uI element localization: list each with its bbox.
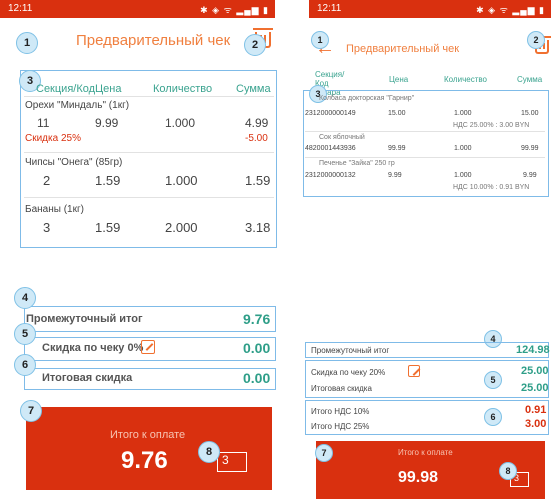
- annotation-badge-2: 2: [527, 31, 545, 49]
- vat10-value: 0.91: [525, 404, 547, 416]
- item-name: Чипсы "Онега" (85гр): [25, 157, 123, 168]
- item-qty: 1.000: [454, 145, 472, 152]
- page-title: Предварительный чек: [346, 43, 460, 55]
- item-name: Печенье "Зайка" 250 гр: [319, 160, 395, 167]
- header-price: Цена: [95, 83, 122, 95]
- status-bar: 12:11 ✱ ◈ ᯤ ▂▄▆ ▮: [0, 0, 275, 18]
- item-code: 11: [37, 116, 50, 130]
- status-time: 12:11: [8, 3, 33, 14]
- divider: [24, 197, 274, 198]
- item-name: Колбаса докторская "Гарнир": [319, 95, 415, 102]
- item-qty: 2.000: [165, 220, 198, 235]
- item-sum: 1.59: [245, 173, 271, 188]
- total-discount-label: Итоговая скидка: [42, 372, 133, 384]
- item-qty: 1.000: [454, 110, 472, 117]
- annotation-badge-1: 1: [16, 32, 38, 54]
- edit-pencil-icon[interactable]: [408, 365, 420, 377]
- item-price: 9.99: [95, 116, 119, 130]
- item-price: 1.59: [95, 173, 121, 188]
- status-icons: ✱ ◈ ᯤ ▂▄▆ ▮: [200, 5, 269, 15]
- item-sum: 9.99: [523, 172, 537, 179]
- total-discount-label: Итоговая скидка: [311, 384, 372, 393]
- status-bar: 12:11 ✱ ◈ ᯤ ▂▄▆ ▮: [309, 0, 551, 18]
- item-name: Орехи "Миндаль" (1кг): [25, 100, 130, 111]
- item-qty: 1.000: [454, 172, 472, 179]
- item-code: 2: [43, 173, 51, 188]
- subtotal-label: Промежуточный итог: [311, 346, 390, 355]
- item-name: Сок яблочный: [319, 134, 365, 141]
- annotation-badge-4: 4: [14, 287, 36, 309]
- annotation-badge-1: 1: [311, 31, 329, 49]
- header-sum: Сумма: [236, 83, 271, 95]
- check-discount-label[interactable]: Скидка по чеку 0%: [42, 342, 143, 354]
- item-code: 3: [43, 220, 51, 235]
- check-discount-value: 0.00: [243, 340, 271, 356]
- annotation-badge-6: 6: [484, 408, 502, 426]
- items-table-highlight: [303, 90, 549, 197]
- vat25-value: 3.00: [525, 418, 547, 430]
- header-quantity: Количество: [444, 75, 487, 84]
- pay-total-button[interactable]: Итого к оплате 9.76 3: [26, 407, 272, 490]
- vat10-label: Итого НДС 10%: [311, 407, 370, 416]
- annotation-badge-7: 7: [315, 444, 333, 462]
- annotation-badge-6: 6: [14, 354, 36, 376]
- subtotal-value: 9.76: [243, 311, 271, 327]
- total-discount-value: 25.00: [521, 382, 549, 394]
- subtotal-value: 124.98: [516, 344, 550, 356]
- status-time: 12:11: [317, 3, 342, 14]
- status-icons: ✱ ◈ ᯤ ▂▄▆ ▮: [476, 5, 545, 15]
- left-phone-screen: 12:11 ✱ ◈ ᯤ ▂▄▆ ▮ ← Предварительный чек …: [0, 0, 289, 499]
- item-price: 99.99: [388, 145, 406, 152]
- annotation-badge-7: 7: [20, 400, 42, 422]
- total-discount-value: 0.00: [243, 370, 271, 386]
- pay-total-amount: 9.76: [121, 447, 168, 474]
- header-sum: Сумма: [517, 75, 543, 84]
- pay-total-label: Итого к оплате: [110, 429, 186, 441]
- subtotal-label: Промежуточный итог: [26, 313, 143, 325]
- check-discount-label[interactable]: Скидка по чеку 20%: [311, 368, 385, 377]
- title-bar: ← Предварительный чек: [303, 18, 551, 64]
- header-quantity: Количество: [153, 83, 213, 95]
- annotation-badge-2: 2: [244, 34, 266, 56]
- divider: [24, 96, 274, 97]
- item-sum: 15.00: [521, 110, 539, 117]
- item-name: Бананы (1кг): [25, 204, 84, 215]
- annotation-badge-5: 5: [484, 371, 502, 389]
- item-discount-label: Скидка 25%: [25, 133, 81, 144]
- annotation-badge-8: 8: [499, 462, 517, 480]
- annotation-badge-5: 5: [14, 323, 36, 345]
- vat25-label: Итого НДС 25%: [311, 422, 370, 431]
- items-count-box: 3: [217, 452, 247, 472]
- page-title: Предварительный чек: [76, 32, 231, 49]
- item-code: 4820001443936: [305, 145, 356, 152]
- edit-pencil-icon[interactable]: [141, 340, 155, 354]
- divider: [24, 152, 274, 153]
- item-sum: 3.18: [245, 220, 271, 235]
- item-discount-value: -5.00: [245, 133, 268, 144]
- divider: [305, 157, 545, 158]
- check-discount-value: 25.00: [521, 365, 549, 377]
- annotation-badge-8: 8: [198, 441, 220, 463]
- item-price: 1.59: [95, 220, 121, 235]
- divider: [305, 131, 545, 132]
- pay-total-amount: 99.98: [398, 469, 439, 486]
- item-vat: НДС 25.00% : 3.00 BYN: [453, 122, 530, 129]
- item-qty: 1.000: [165, 173, 198, 188]
- item-price: 15.00: [388, 110, 406, 117]
- pay-total-label: Итого к оплате: [398, 448, 453, 457]
- right-phone-screen: 12:11 ✱ ◈ ᯤ ▂▄▆ ▮ ← Предварительный чек …: [303, 0, 551, 499]
- item-price: 9.99: [388, 172, 402, 179]
- item-sum: 99.99: [521, 145, 539, 152]
- header-price: Цена: [389, 75, 409, 84]
- item-sum: 4.99: [245, 116, 269, 130]
- item-vat: НДС 10.00% : 0.91 BYN: [453, 184, 530, 191]
- item-qty: 1.000: [165, 116, 196, 130]
- item-code: 2312000000149: [305, 110, 356, 117]
- header-section-code: Секция/Код: [36, 83, 96, 95]
- item-code: 2312000000132: [305, 172, 356, 179]
